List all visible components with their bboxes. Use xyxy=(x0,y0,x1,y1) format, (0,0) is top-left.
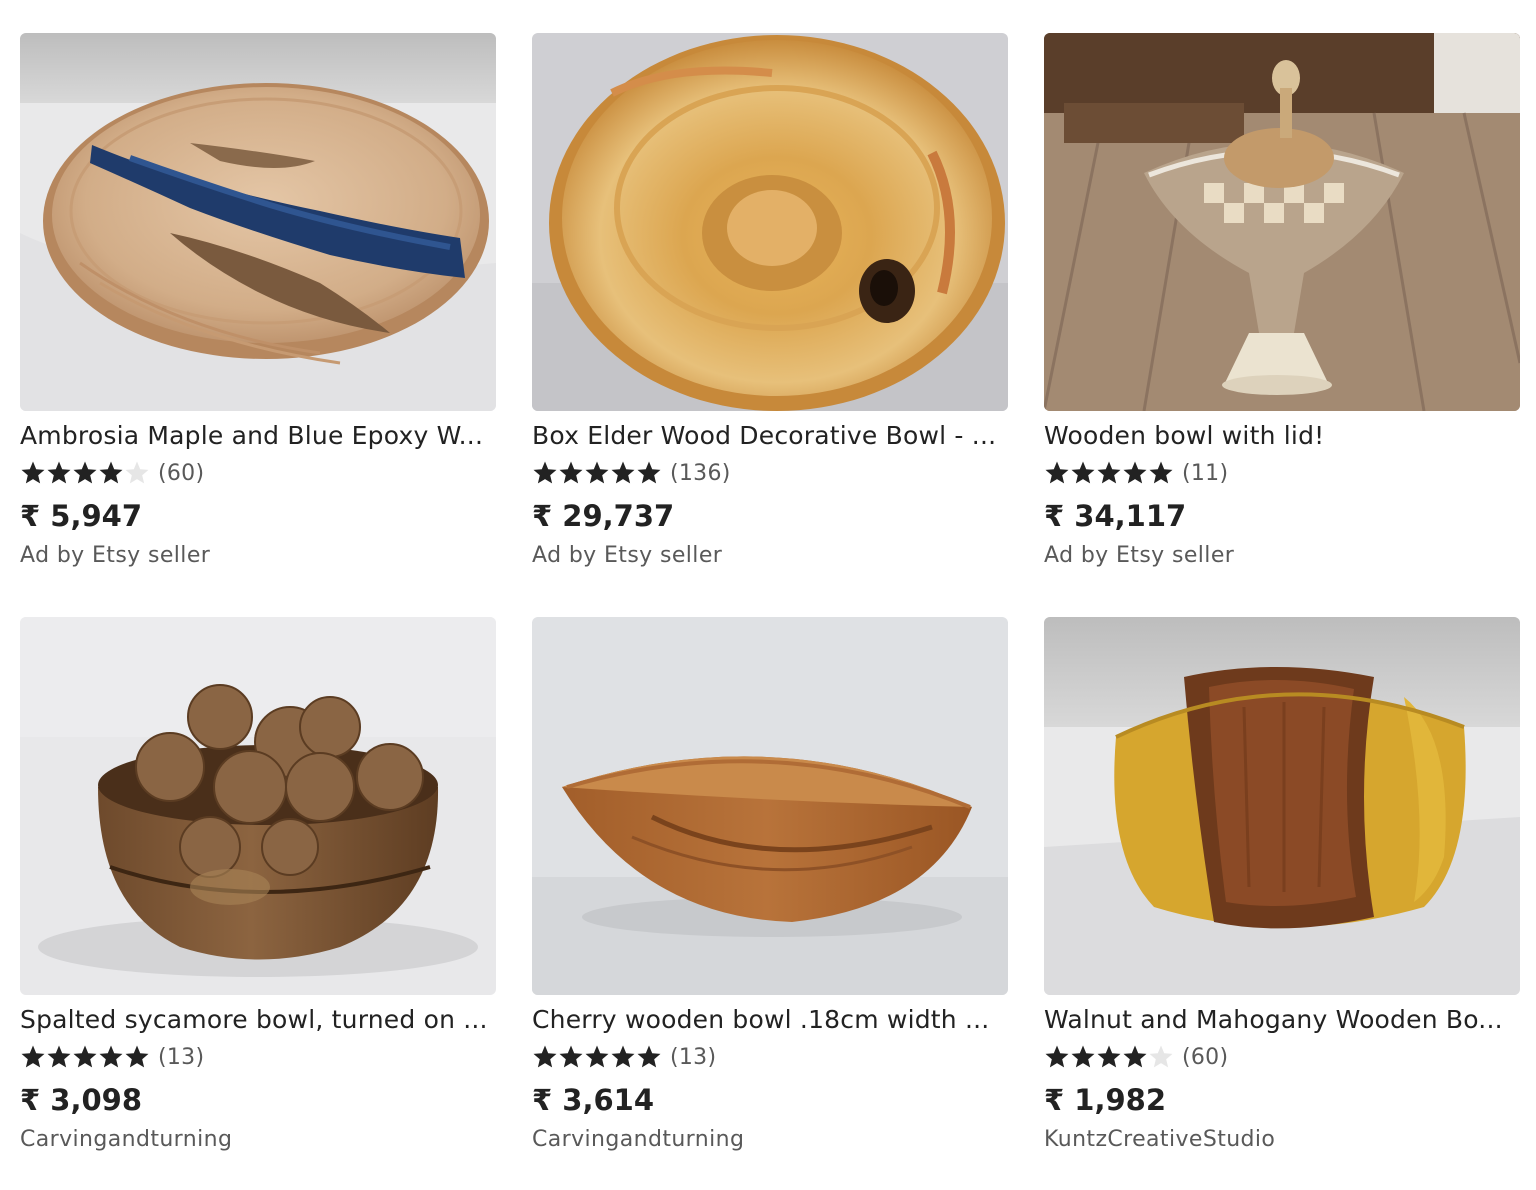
review-count: (136) xyxy=(670,460,731,486)
listing-card[interactable]: Spalted sycamore bowl, turned on ... (13… xyxy=(20,617,496,1153)
review-count: (60) xyxy=(158,460,205,486)
listing-title[interactable]: Box Elder Wood Decorative Bowl - ... xyxy=(532,421,1008,451)
listing-title[interactable]: Cherry wooden bowl .18cm width ... xyxy=(532,1005,1008,1035)
listing-price: ₹ 3,098 xyxy=(20,1083,143,1117)
walnut-mahogany-bowl-photo xyxy=(1044,617,1520,995)
filled-star-icon xyxy=(73,461,97,484)
review-count: (13) xyxy=(670,1044,717,1070)
filled-star-icon xyxy=(73,1045,97,1068)
listing-image[interactable] xyxy=(20,33,496,411)
seller-label: Ad by Etsy seller xyxy=(1044,543,1235,568)
rating-row: (60) xyxy=(20,458,496,488)
filled-star-icon xyxy=(21,461,45,484)
filled-star-icon xyxy=(1097,1045,1121,1068)
empty-star-icon xyxy=(125,461,149,484)
seller-label: Ad by Etsy seller xyxy=(532,543,723,568)
filled-star-icon xyxy=(637,1045,661,1068)
rating-row: (13) xyxy=(20,1042,496,1072)
listing-title[interactable]: Spalted sycamore bowl, turned on ... xyxy=(20,1005,496,1035)
empty-star-icon xyxy=(1149,1045,1173,1068)
star-rating xyxy=(1044,1044,1174,1070)
filled-star-icon xyxy=(637,461,661,484)
listing-title[interactable]: Wooden bowl with lid! xyxy=(1044,421,1520,451)
filled-star-icon xyxy=(611,461,635,484)
filled-star-icon xyxy=(1123,461,1147,484)
rating-row: (13) xyxy=(532,1042,1008,1072)
filled-star-icon xyxy=(533,461,557,484)
listing-card[interactable]: Ambrosia Maple and Blue Epoxy W... (60) … xyxy=(20,33,496,569)
epoxy-maple-tray-photo xyxy=(20,33,496,411)
filled-star-icon xyxy=(585,1045,609,1068)
lidded-pedestal-bowl-photo xyxy=(1044,33,1520,411)
box-elder-bowl-photo xyxy=(532,33,1008,411)
filled-star-icon xyxy=(1149,461,1173,484)
filled-star-icon xyxy=(125,1045,149,1068)
filled-star-icon xyxy=(1071,1045,1095,1068)
filled-star-icon xyxy=(585,461,609,484)
filled-star-icon xyxy=(1123,1045,1147,1068)
rating-row: (60) xyxy=(1044,1042,1520,1072)
seller-label: KuntzCreativeStudio xyxy=(1044,1127,1276,1152)
seller-label: Ad by Etsy seller xyxy=(20,543,211,568)
seller-label: Carvingandturning xyxy=(532,1127,745,1152)
filled-star-icon xyxy=(99,1045,123,1068)
filled-star-icon xyxy=(533,1045,557,1068)
filled-star-icon xyxy=(611,1045,635,1068)
listing-card[interactable]: Cherry wooden bowl .18cm width ... (13) … xyxy=(532,617,1008,1153)
listing-price: ₹ 5,947 xyxy=(20,499,143,533)
filled-star-icon xyxy=(559,461,583,484)
star-rating xyxy=(20,460,150,486)
filled-star-icon xyxy=(559,1045,583,1068)
listing-title[interactable]: Ambrosia Maple and Blue Epoxy W... xyxy=(20,421,496,451)
listing-card[interactable]: Box Elder Wood Decorative Bowl - ... (13… xyxy=(532,33,1008,569)
filled-star-icon xyxy=(1071,461,1095,484)
listing-image[interactable] xyxy=(532,617,1008,995)
seller-label: Carvingandturning xyxy=(20,1127,233,1152)
listing-price: ₹ 1,982 xyxy=(1044,1083,1167,1117)
filled-star-icon xyxy=(1045,461,1069,484)
listing-price: ₹ 34,117 xyxy=(1044,499,1187,533)
filled-star-icon xyxy=(1097,461,1121,484)
walnut-filled-bowl-photo xyxy=(20,617,496,995)
review-count: (13) xyxy=(158,1044,205,1070)
listing-image[interactable] xyxy=(1044,617,1520,995)
listing-image[interactable] xyxy=(532,33,1008,411)
listing-image[interactable] xyxy=(1044,33,1520,411)
listing-price: ₹ 29,737 xyxy=(532,499,675,533)
star-rating xyxy=(1044,460,1174,486)
rating-row: (11) xyxy=(1044,458,1520,488)
filled-star-icon xyxy=(21,1045,45,1068)
filled-star-icon xyxy=(1045,1045,1069,1068)
filled-star-icon xyxy=(99,461,123,484)
star-rating xyxy=(20,1044,150,1070)
listing-title[interactable]: Walnut and Mahogany Wooden Bo... xyxy=(1044,1005,1520,1035)
listing-card[interactable]: Wooden bowl with lid! (11) ₹ 34,117 Ad b… xyxy=(1044,33,1520,569)
listing-grid: Ambrosia Maple and Blue Epoxy W... (60) … xyxy=(20,33,1520,1153)
filled-star-icon xyxy=(47,461,71,484)
review-count: (11) xyxy=(1182,460,1229,486)
listing-image[interactable] xyxy=(20,617,496,995)
rating-row: (136) xyxy=(532,458,1008,488)
filled-star-icon xyxy=(47,1045,71,1068)
star-rating xyxy=(532,1044,662,1070)
review-count: (60) xyxy=(1182,1044,1229,1070)
listing-price: ₹ 3,614 xyxy=(532,1083,655,1117)
cherry-bowl-photo xyxy=(532,617,1008,995)
star-rating xyxy=(532,460,662,486)
listing-card[interactable]: Walnut and Mahogany Wooden Bo... (60) ₹ … xyxy=(1044,617,1520,1153)
